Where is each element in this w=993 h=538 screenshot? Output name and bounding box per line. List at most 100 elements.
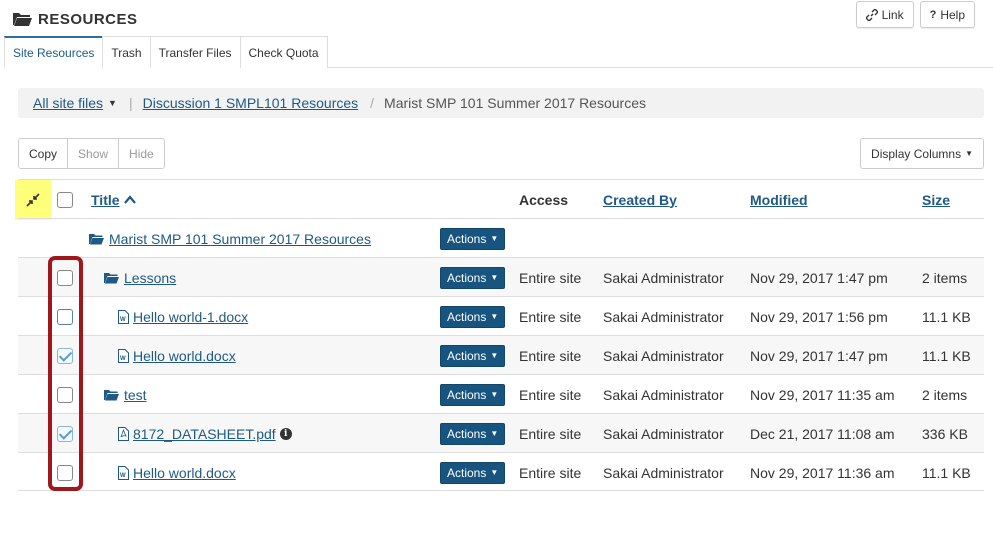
breadcrumb-discussion[interactable]: Discussion 1 SMPL101 Resources [143, 95, 359, 111]
tool-title: RESOURCES [12, 8, 138, 30]
modified-cell: Nov 29, 2017 1:56 pm [750, 308, 888, 325]
size-cell: 11.1 KB [922, 464, 971, 481]
actions-cell: Actions ▼ [440, 414, 506, 453]
size-cell: 2 items [922, 269, 968, 286]
caret-down-icon: ▼ [965, 149, 973, 158]
modified-cell: Nov 29, 2017 11:35 am [750, 386, 895, 403]
table-row: Lessons Actions ▼ Entire site Sakai Admin… [18, 257, 984, 296]
actions-label: Actions [447, 231, 487, 246]
tab-transfer-files[interactable]: Transfer Files [149, 36, 241, 68]
collapse-all-button[interactable] [15, 180, 51, 220]
file-link[interactable]: Hello world-1.docx [133, 309, 248, 325]
actions-button[interactable]: Actions ▼ [440, 383, 506, 406]
resources-table: Title Access Created By Modified Size Ma… [15, 179, 984, 492]
actions-button[interactable]: Actions ▼ [440, 305, 506, 328]
title-cell: test [104, 375, 147, 414]
size-header[interactable]: Size [922, 180, 950, 219]
actions-label: Actions [447, 465, 487, 480]
folder-open-icon [104, 389, 119, 400]
row-checkbox[interactable] [57, 308, 73, 325]
created-by-cell: Sakai Administrator [603, 425, 724, 442]
actions-button[interactable]: Actions ▼ [440, 227, 506, 250]
size-cell: 11.1 KB [922, 308, 971, 325]
table-row: test Actions ▼ Entire site Sakai Administ… [18, 374, 984, 413]
access-header: Access [519, 191, 569, 208]
parent-folder-link[interactable]: Marist SMP 101 Summer 2017 Resources [109, 231, 371, 247]
size-sort-link[interactable]: Size [922, 192, 950, 208]
collapse-arrows-icon [26, 193, 40, 207]
row-checkbox[interactable] [57, 347, 73, 364]
created-by-cell: Sakai Administrator [603, 308, 724, 325]
folder-link[interactable]: Lessons [124, 270, 176, 286]
created-by-cell: Sakai Administrator [603, 347, 724, 364]
created-by-sort-link[interactable]: Created By [603, 192, 677, 208]
link-button[interactable]: Link [855, 1, 914, 28]
actions-button[interactable]: Actions ▼ [440, 422, 506, 445]
title-cell: W Hello world.docx [118, 336, 236, 375]
created-by-header[interactable]: Created By [603, 180, 677, 219]
actions-button[interactable]: Actions ▼ [440, 344, 506, 367]
actions-cell: Actions ▼ [440, 258, 506, 297]
actions-label: Actions [447, 270, 487, 285]
row-checkbox[interactable] [57, 386, 73, 403]
actions-label: Actions [447, 348, 487, 363]
hide-button[interactable]: Hide [118, 138, 165, 169]
row-checkbox[interactable] [57, 269, 73, 286]
title-sort-link[interactable]: Title [91, 192, 120, 208]
size-cell: 2 items [922, 386, 968, 403]
parent-folder-title[interactable]: Marist SMP 101 Summer 2017 Resources [89, 219, 371, 258]
breadcrumb: All site files ▼ | Discussion 1 SMPL101 … [18, 88, 984, 118]
breadcrumb-all-site-files[interactable]: All site files [33, 95, 103, 111]
actions-cell: Actions ▼ [440, 375, 506, 414]
display-columns-label: Display Columns [871, 146, 962, 161]
copy-button[interactable]: Copy [18, 138, 69, 169]
actions-button[interactable]: Actions ▼ [440, 266, 506, 289]
modified-cell: Dec 21, 2017 11:08 am [750, 425, 895, 442]
file-link[interactable]: 8172_DATASHEET.pdf [133, 426, 276, 442]
display-columns-button[interactable]: Display Columns ▼ [860, 138, 984, 169]
title-cell: W Hello world-1.docx [118, 297, 248, 336]
modified-sort-link[interactable]: Modified [750, 192, 808, 208]
pdf-file-icon [118, 426, 129, 441]
actions-button[interactable]: Actions ▼ [440, 461, 506, 484]
folder-link[interactable]: test [124, 387, 147, 403]
actions-cell: Actions ▼ [440, 453, 506, 492]
link-label: Link [881, 7, 904, 22]
access-cell: Entire site [519, 269, 582, 286]
tab-trash[interactable]: Trash [102, 36, 151, 68]
tab-check-quota[interactable]: Check Quota [239, 36, 328, 68]
access-cell: Entire site [519, 464, 582, 481]
word-file-icon: W [118, 465, 129, 480]
select-all-checkbox[interactable] [57, 191, 73, 208]
chevron-down-icon[interactable]: ▼ [108, 98, 117, 108]
word-file-icon: W [118, 348, 129, 363]
caret-down-icon: ▼ [490, 273, 499, 282]
info-icon[interactable]: i [279, 427, 292, 440]
row-checkbox[interactable] [57, 464, 73, 481]
actions-cell: Actions ▼ [440, 336, 506, 375]
created-by-cell: Sakai Administrator [603, 464, 724, 481]
file-link[interactable]: Hello world.docx [133, 465, 236, 481]
table-header-row: Title Access Created By Modified Size [15, 179, 984, 220]
tool-tabs: Site Resources Trash Transfer Files Chec… [4, 36, 993, 69]
tab-site-resources[interactable]: Site Resources [4, 36, 104, 69]
help-button[interactable]: ? Help [919, 1, 975, 28]
svg-text:W: W [120, 317, 126, 323]
select-all-cell [57, 180, 73, 219]
folder-open-icon [13, 13, 32, 26]
access-cell: Entire site [519, 425, 582, 442]
title-cell: Lessons [104, 258, 176, 297]
row-checkbox[interactable] [57, 425, 73, 442]
modified-header[interactable]: Modified [750, 180, 808, 219]
access-cell: Entire site [519, 308, 582, 325]
svg-text:W: W [120, 356, 126, 362]
checkbox-cell [57, 336, 73, 375]
title-header[interactable]: Title [91, 180, 136, 219]
folder-open-icon [104, 272, 119, 283]
breadcrumb-current: Marist SMP 101 Summer 2017 Resources [384, 95, 646, 111]
file-link[interactable]: Hello world.docx [133, 348, 236, 364]
size-cell: 11.1 KB [922, 347, 971, 364]
show-button[interactable]: Show [67, 138, 120, 169]
checkbox-cell [57, 258, 73, 297]
table-row: 8172_DATASHEET.pdf i Actions ▼ Entire sit… [18, 413, 984, 452]
